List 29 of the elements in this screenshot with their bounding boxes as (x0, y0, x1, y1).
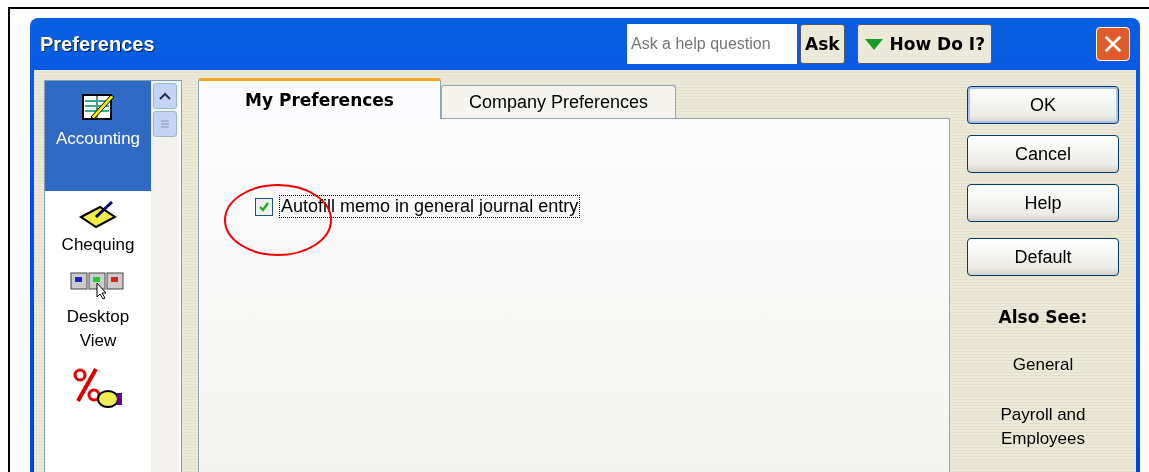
scroll-up-button[interactable] (153, 83, 177, 109)
checkbox[interactable] (255, 197, 273, 216)
close-button[interactable] (1096, 27, 1130, 61)
sidebar-item[interactable]: Accounting (45, 81, 151, 191)
cheque-icon (78, 199, 118, 229)
window-title: Preferences (40, 32, 156, 56)
sidebar-item[interactable]: Desktop View (45, 261, 151, 357)
close-icon (1103, 33, 1123, 55)
tab[interactable]: Company Preferences (440, 85, 677, 118)
grip-icon (160, 119, 170, 129)
tab[interactable]: My Preferences (198, 78, 441, 119)
windows-icon (69, 269, 127, 301)
ledger-icon (81, 91, 115, 123)
also-see-link[interactable]: General (967, 353, 1119, 377)
dialog-button[interactable]: Help (967, 184, 1119, 222)
sidebar-item[interactable]: Chequing (45, 191, 151, 261)
checkmark-icon (258, 200, 270, 213)
dialog-button[interactable]: Cancel (967, 135, 1119, 173)
dialog-button[interactable]: Default (967, 238, 1119, 276)
also-see-heading: Also See: (997, 307, 1089, 327)
dialog-button[interactable]: OK (967, 86, 1119, 124)
chevron-up-icon (159, 92, 171, 100)
percent-hand-icon (72, 365, 124, 409)
triangle-down-icon (863, 37, 884, 51)
also-see-link[interactable]: Payroll and Employees (967, 403, 1119, 451)
help-search-field[interactable]: Ask a help question (626, 24, 797, 64)
how-do-i-button[interactable]: How Do I? (856, 24, 992, 64)
scroll-thumb[interactable] (153, 111, 177, 137)
ask-button[interactable]: Ask (799, 24, 845, 64)
